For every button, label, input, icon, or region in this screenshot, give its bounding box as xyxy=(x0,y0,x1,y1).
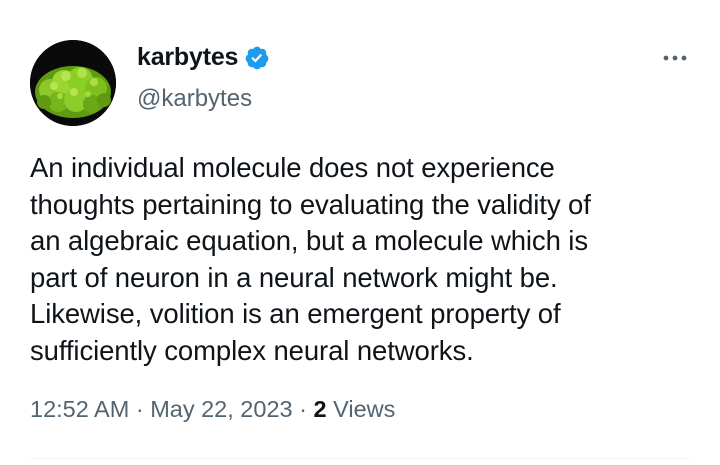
author-name-row[interactable]: karbytes xyxy=(137,43,270,72)
tweet-text-line: an algebraic equation, but a molecule wh… xyxy=(30,225,588,256)
tweet-card: karbytes @karbytes An individual molecul… xyxy=(0,0,720,465)
meta-separator: · xyxy=(135,396,144,422)
tweet-meta: 12:52 AM · May 22, 2023 · 2 Views xyxy=(30,396,395,423)
avatar-image xyxy=(30,40,116,126)
verified-badge-icon[interactable] xyxy=(244,45,270,71)
tweet-text-line: sufficiently complex neural networks. xyxy=(30,334,474,366)
avatar[interactable] xyxy=(30,40,116,126)
tweet-text-line: thoughts pertaining to evaluating the va… xyxy=(30,188,591,220)
meta-separator: · xyxy=(299,396,307,422)
author-handle[interactable]: @karbytes xyxy=(137,85,252,113)
tweet-time[interactable]: 12:52 AM xyxy=(30,396,129,422)
views-count[interactable]: 2 xyxy=(313,396,326,422)
tweet-text-line: An individual molecule does not experien… xyxy=(30,152,555,183)
tweet-text: An individual molecule does not experien… xyxy=(30,150,700,369)
tweet-date[interactable]: May 22, 2023 xyxy=(150,396,292,422)
views-label[interactable]: Views xyxy=(333,396,395,422)
author-display-name[interactable]: karbytes xyxy=(137,43,238,72)
tweet-text-line: part of neuron in a neural network might… xyxy=(30,261,558,293)
more-options-icon[interactable] xyxy=(661,48,689,68)
divider xyxy=(30,458,690,459)
tweet-text-line: Likewise, volition is an emergent proper… xyxy=(30,298,561,329)
